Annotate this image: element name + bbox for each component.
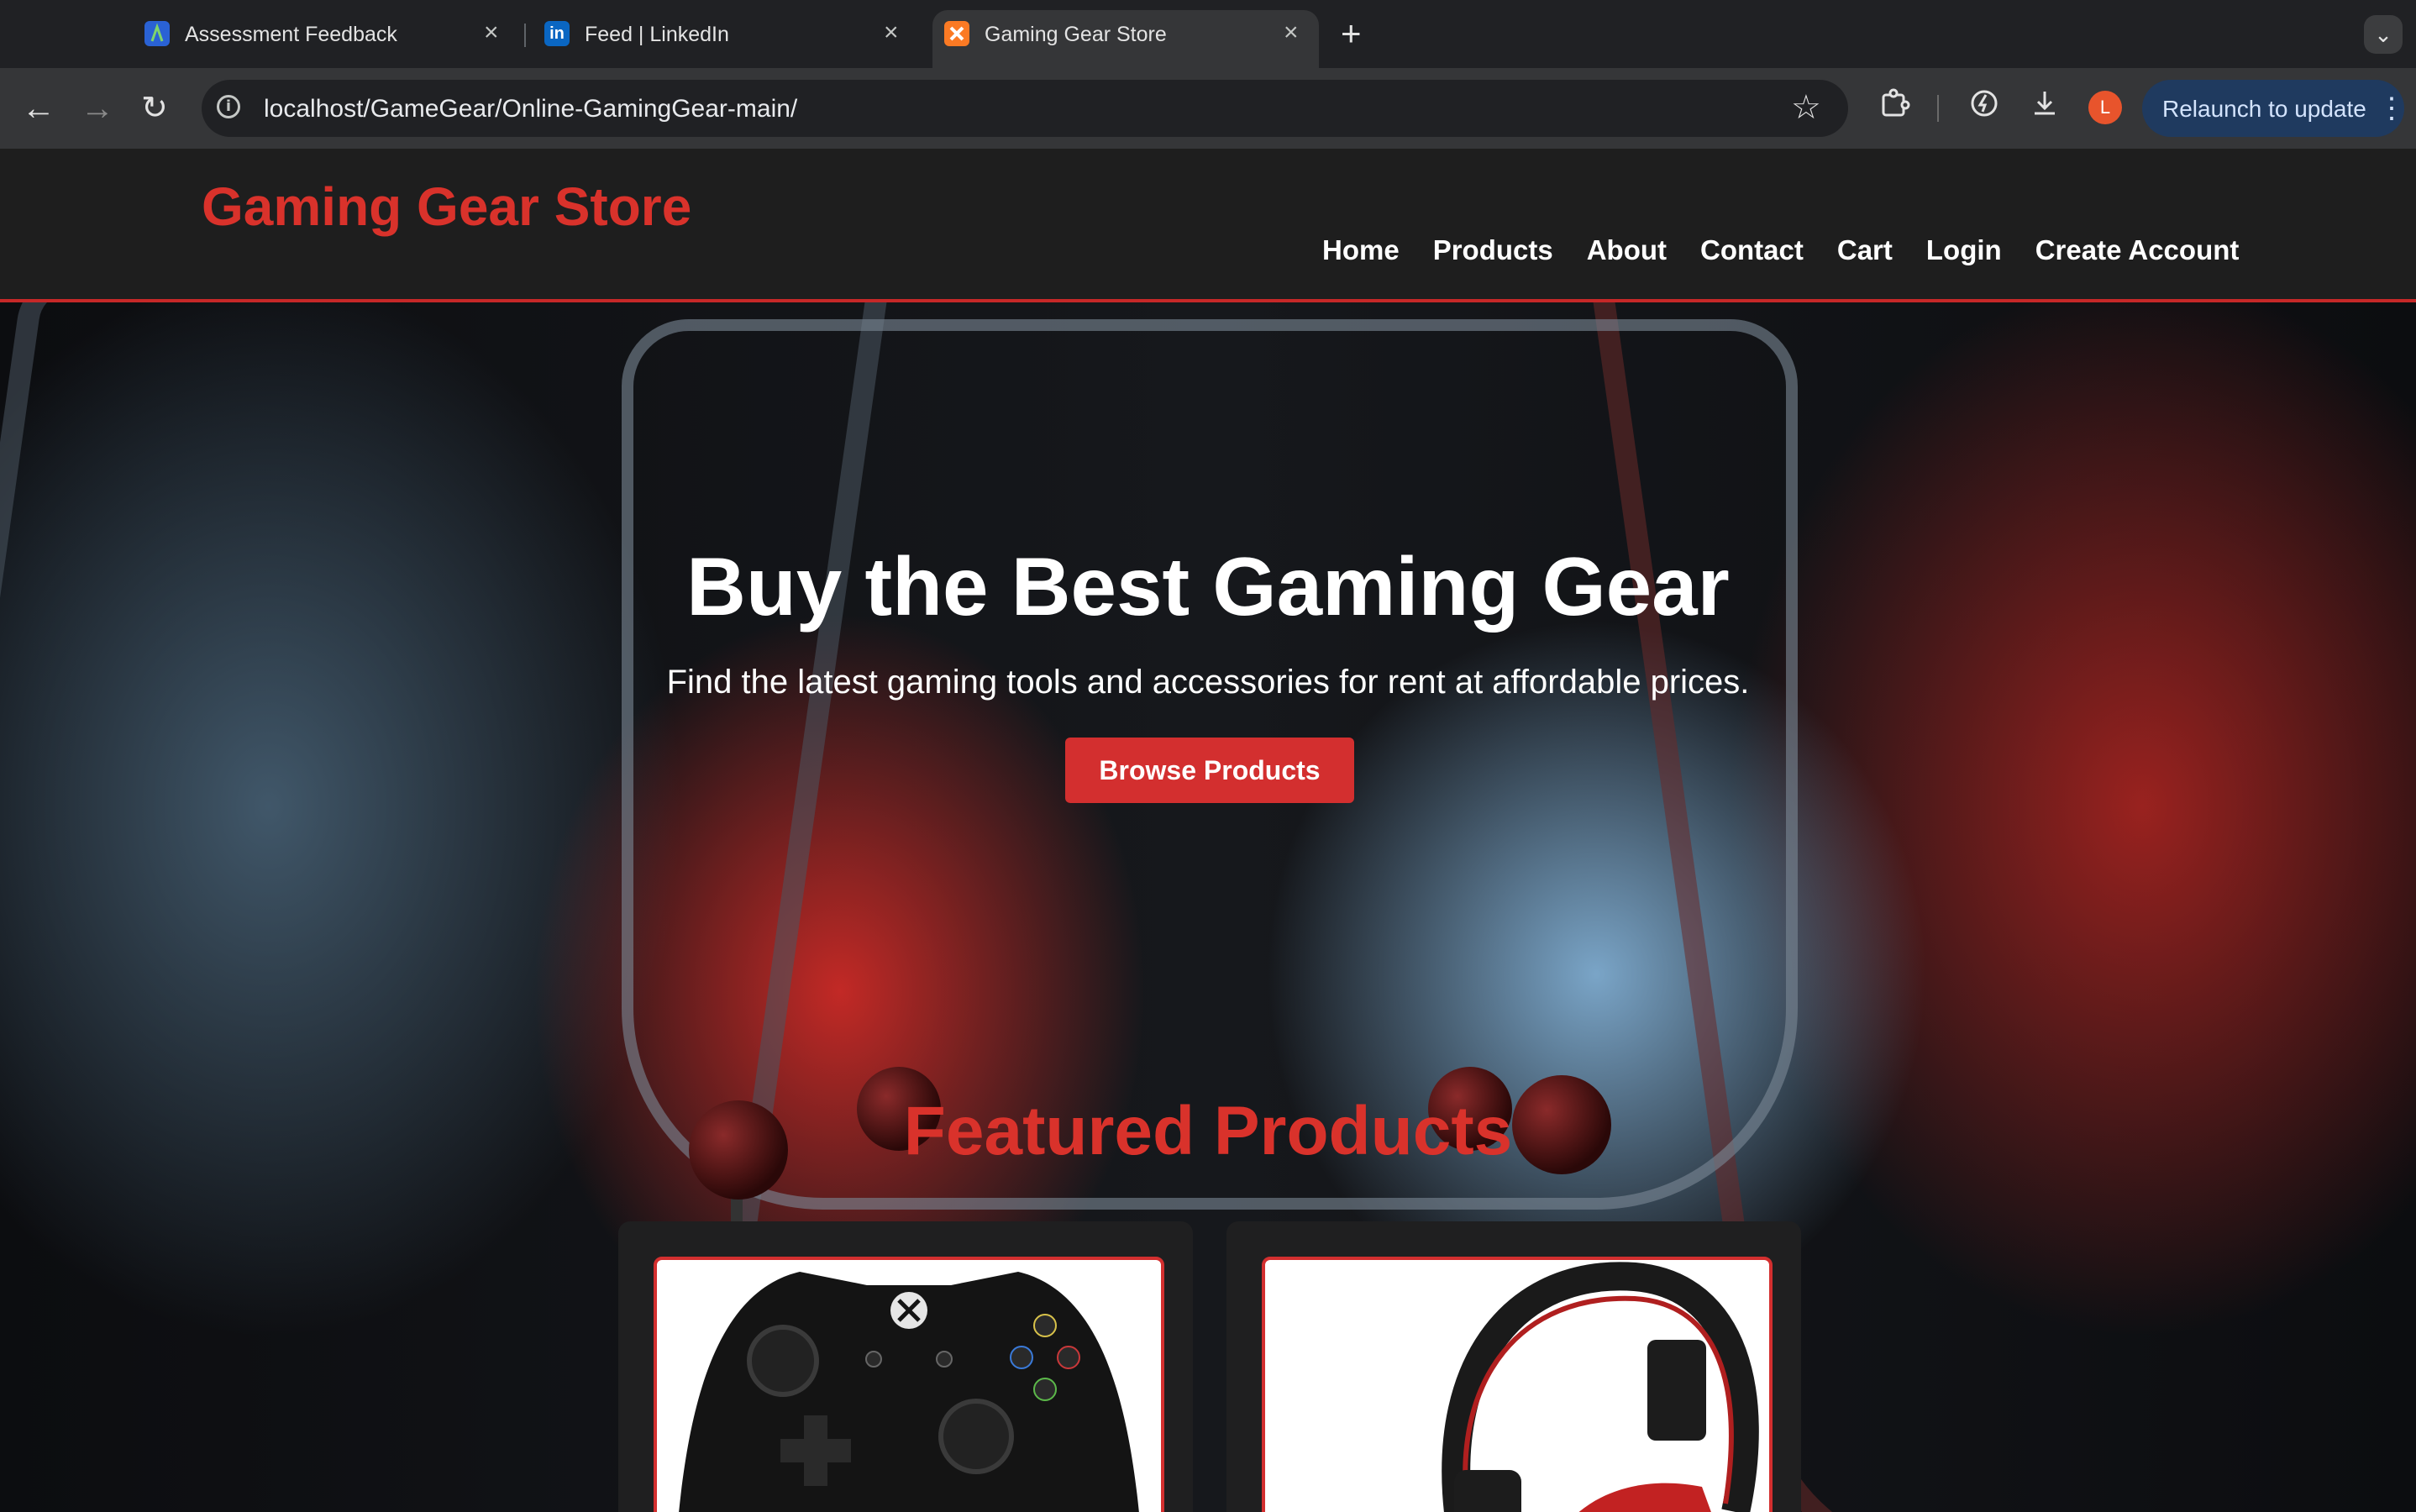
hero-subtitle: Find the latest gaming tools and accesso…: [666, 664, 1750, 701]
tab-close-icon[interactable]: ×: [484, 18, 499, 47]
site-info-icon[interactable]: i: [217, 95, 240, 118]
product-card[interactable]: [1226, 1221, 1801, 1512]
tab-gaming-gear-store[interactable]: Gaming Gear Store ×: [932, 10, 1319, 68]
browser-tabstrip: Assessment Feedback × in Feed | LinkedIn…: [0, 0, 2416, 68]
tab-linkedin[interactable]: in Feed | LinkedIn ×: [533, 0, 911, 68]
tab-assessment-feedback[interactable]: Assessment Feedback ×: [133, 0, 511, 68]
toolbar-divider: [1937, 95, 1939, 122]
site-logo[interactable]: Gaming Gear Store: [202, 176, 691, 238]
tab-separator: [524, 24, 526, 47]
tab-search-chevron-icon[interactable]: ⌄: [2364, 15, 2403, 54]
url-text: localhost/GameGear/Online-GamingGear-mai…: [264, 95, 798, 123]
kebab-menu-icon[interactable]: ⋮: [2377, 92, 2406, 125]
back-arrow-icon[interactable]: ←: [22, 90, 55, 127]
nav-products[interactable]: Products: [1433, 234, 1553, 266]
performance-icon[interactable]: [1967, 87, 2001, 128]
address-bar[interactable]: i localhost/GameGear/Online-GamingGear-m…: [202, 80, 1848, 137]
linkedin-favicon-icon: in: [544, 21, 570, 46]
product-image[interactable]: [1262, 1257, 1773, 1512]
extensions-puzzle-icon[interactable]: [1878, 87, 1912, 128]
product-card[interactable]: [618, 1221, 1193, 1512]
nav-about[interactable]: About: [1587, 234, 1667, 266]
browser-toolbar: ← → ↻ i localhost/GameGear/Online-Gaming…: [0, 68, 2416, 149]
forward-arrow-icon[interactable]: →: [81, 90, 114, 127]
tab-close-icon[interactable]: ×: [884, 18, 899, 47]
tab-title: Feed | LinkedIn: [585, 23, 729, 46]
main-nav: Home Products About Contact Cart Login C…: [1322, 234, 2239, 266]
featured-products-heading: Featured Products: [903, 1093, 1513, 1169]
tab-title: Gaming Gear Store: [985, 23, 1167, 46]
tab-title: Assessment Feedback: [185, 23, 397, 46]
hero-title: Buy the Best Gaming Gear: [686, 540, 1730, 633]
profile-avatar[interactable]: L: [2088, 91, 2122, 124]
relaunch-label: Relaunch to update: [2162, 96, 2366, 122]
hero-section: Buy the Best Gaming Gear Find the latest…: [0, 302, 2416, 1512]
nav-contact[interactable]: Contact: [1700, 234, 1804, 266]
new-tab-plus-icon[interactable]: +: [1341, 13, 1362, 54]
relaunch-button[interactable]: Relaunch to update ⋮: [2142, 80, 2406, 137]
gaming-headset-icon: [1442, 1262, 1759, 1512]
assessment-favicon-icon: [144, 21, 170, 46]
download-icon[interactable]: [2028, 87, 2061, 128]
xbox-controller-icon: [679, 1272, 1139, 1512]
nav-cart[interactable]: Cart: [1837, 234, 1893, 266]
reload-icon[interactable]: ↻: [141, 90, 168, 127]
nav-create-account[interactable]: Create Account: [2035, 234, 2240, 266]
nav-home[interactable]: Home: [1322, 234, 1400, 266]
product-image[interactable]: [654, 1257, 1164, 1512]
nav-login[interactable]: Login: [1926, 234, 2002, 266]
browse-products-button[interactable]: Browse Products: [1065, 738, 1354, 803]
site-header: Gaming Gear Store Home Products About Co…: [0, 149, 2416, 302]
xampp-favicon-icon: [944, 21, 969, 46]
bookmark-star-icon[interactable]: ☆: [1791, 88, 1821, 127]
tab-close-icon[interactable]: ×: [1284, 18, 1299, 47]
